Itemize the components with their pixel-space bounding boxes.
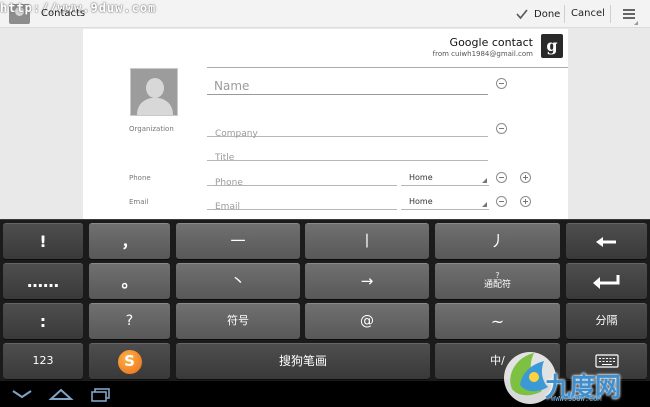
email-input[interactable] [207,199,397,215]
header-divider [207,67,568,68]
action-bar: http://www.9duw.com Contacts Done Cancel [0,0,650,28]
recent-apps-icon[interactable] [88,386,114,402]
avatar-head [146,78,164,98]
add-phone-icon[interactable] [520,172,531,183]
title-input[interactable] [207,150,488,166]
done-label: Done [534,8,561,20]
enter-icon [592,274,619,289]
key-tilde[interactable]: ~ [435,303,560,339]
overflow-menu-icon[interactable] [623,9,635,19]
key-exclamation[interactable]: ! [3,223,83,259]
remove-organization-icon[interactable] [496,123,507,134]
watermark-brand-url: WWW.9DUW.COM [551,395,602,403]
key-separator[interactable]: 分隔 [566,303,647,339]
key-stroke-left-falling[interactable]: 丿 [435,223,560,259]
key-ellipsis[interactable]: …… [3,263,83,299]
phone-label: Phone [129,174,151,182]
remove-phone-icon[interactable] [496,172,507,183]
company-input[interactable] [207,126,488,142]
numbers-key[interactable]: 123 [3,343,83,379]
add-email-icon[interactable] [520,196,531,207]
remove-email-icon[interactable] [496,196,507,207]
organization-label: Organization [129,125,174,133]
key-colon[interactable]: : [3,303,83,339]
app-title: Contacts [41,8,86,19]
backspace-key[interactable] [566,223,647,259]
check-icon [516,9,528,20]
google-logo-icon: g [541,34,563,58]
account-header: Google contact from cuiwh1984@gmail.com [433,36,533,58]
key-stroke-vertical[interactable]: 丨 [305,223,429,259]
name-field-container [207,75,488,96]
phone-field-container [207,170,397,191]
key-symbols[interactable]: 符号 [176,303,300,339]
email-label: Email [129,198,149,206]
key-wildcard[interactable]: ? 通配符 [435,263,560,299]
account-type: Google contact [449,36,533,49]
phone-input[interactable] [207,175,397,191]
backspace-icon [595,236,616,247]
menu-corner-indicator [634,21,638,25]
contact-photo[interactable] [130,68,178,116]
back-icon[interactable] [9,386,35,402]
key-at[interactable]: @ [305,303,429,339]
title-field-container [207,145,488,166]
sogou-logo-icon: S [117,349,142,374]
avatar-body [137,98,173,115]
collapse-name-icon[interactable] [496,78,507,89]
phone-type-select[interactable]: Home [401,171,489,186]
key-period[interactable]: 。 [89,263,170,299]
name-input[interactable] [207,76,488,96]
home-icon[interactable] [48,386,74,402]
wildcard-label: 通配符 [483,279,511,290]
account-email: from cuiwh1984@gmail.com [432,50,533,58]
key-stroke-horizontal[interactable]: 一 [176,223,300,259]
email-type-select[interactable]: Home [401,195,489,210]
company-field-container [207,121,488,142]
cancel-button[interactable]: Cancel [571,8,605,19]
key-stroke-dot[interactable]: 丶 [176,263,300,299]
action-divider [564,5,565,23]
email-field-container [207,194,397,215]
contact-editor-card: Google contact from cuiwh1984@gmail.com … [83,29,568,219]
key-stroke-turning[interactable]: → [305,263,429,299]
key-comma[interactable]: ， [89,223,170,259]
space-key[interactable]: 搜狗笔画 [176,343,430,379]
enter-key[interactable] [566,263,647,299]
done-button[interactable]: Done [515,6,560,22]
key-question[interactable]: ? [89,303,170,339]
sogou-settings-key[interactable]: S [89,343,170,379]
action-divider [610,5,611,23]
